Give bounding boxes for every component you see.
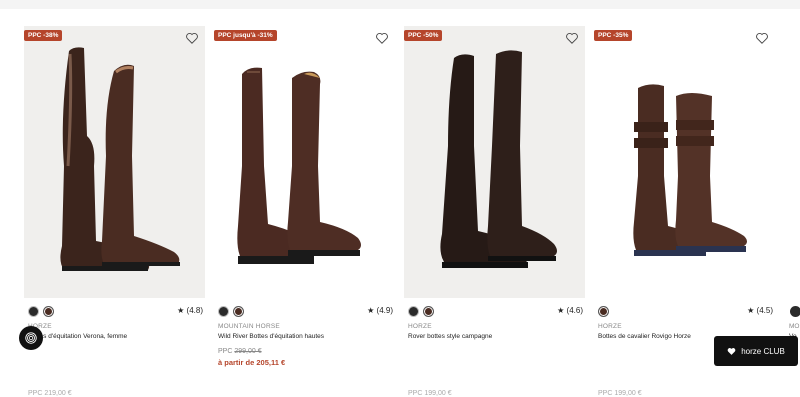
product-price-cutoff: PPC 199,00 € (408, 390, 452, 397)
discount-badge: PPC -50% (404, 30, 443, 41)
color-swatch-black[interactable] (790, 306, 800, 317)
discount-badge: PPC jusqu'à -31% (214, 30, 277, 41)
heart-icon (727, 347, 736, 355)
color-swatches (408, 306, 434, 318)
product-card-wild-river[interactable]: PPC jusqu'à -31% ★ (4.9) MOUNTAIN HORSE … (214, 26, 395, 368)
heart-icon[interactable] (565, 31, 579, 45)
product-grid: PPC -38% ★ (4.8) HORZE Bottes d'équitati… (0, 0, 800, 397)
product-brand: HORZE (598, 323, 622, 330)
color-swatches (598, 306, 609, 318)
product-image[interactable] (214, 26, 395, 298)
product-image[interactable] (404, 26, 585, 298)
riding-boot-image (440, 50, 557, 268)
riding-boot-image (633, 84, 747, 256)
fingerprint-icon (25, 332, 37, 344)
color-swatch-brown[interactable] (43, 306, 54, 317)
product-brand: HORZE (408, 323, 432, 330)
product-image[interactable] (24, 26, 205, 298)
product-price-from: à partir de 205,11 € (218, 358, 286, 367)
product-name[interactable]: Wild River Bottes d'équitation hautes (218, 333, 324, 340)
product-rating: ★ (4.6) (557, 306, 583, 315)
product-price-cutoff: PPC 199,00 € (598, 390, 642, 397)
color-swatch-brown[interactable] (423, 306, 434, 317)
riding-boot-image (237, 67, 361, 264)
color-swatch-black[interactable] (218, 306, 229, 317)
heart-icon[interactable] (185, 31, 199, 45)
price-old: 299,00 € (234, 348, 262, 355)
discount-badge: PPC -38% (24, 30, 63, 41)
horze-club-button[interactable]: horze CLUB (714, 336, 798, 366)
color-swatches (28, 306, 54, 318)
heart-icon[interactable] (755, 31, 769, 45)
product-rating: ★ (4.9) (367, 306, 393, 315)
product-name[interactable]: Bottes de cavalier Rovigo Horze (598, 333, 691, 340)
discount-badge: PPC -35% (594, 30, 633, 41)
product-rating: ★ (4.5) (747, 306, 773, 315)
color-swatch-black[interactable] (408, 306, 419, 317)
product-image[interactable] (594, 26, 775, 298)
product-card-rover[interactable]: PPC -50% ★ (4.6) HORZE Rover bottes styl… (404, 26, 585, 397)
product-card-verona[interactable]: PPC -38% ★ (4.8) HORZE Bottes d'équitati… (24, 26, 205, 397)
color-swatch-brown[interactable] (233, 306, 244, 317)
color-swatch-brown[interactable] (598, 306, 609, 317)
product-rating: ★ (4.8) (177, 306, 203, 315)
color-swatches (218, 306, 244, 318)
product-brand: MO (789, 323, 800, 330)
product-brand: MOUNTAIN HORSE (218, 323, 280, 330)
riding-boot-image (60, 47, 180, 271)
product-name[interactable]: Rover bottes style campagne (408, 333, 492, 340)
product-price-cutoff: PPC 219,00 € (28, 390, 72, 397)
color-swatch-black[interactable] (28, 306, 39, 317)
price-prefix: PPC (218, 348, 235, 355)
heart-icon[interactable] (375, 31, 389, 45)
fingerprint-button[interactable] (19, 326, 43, 350)
product-card-rovigo[interactable]: PPC -35% ★ (4.5) HORZE Bottes de cavalie… (594, 26, 775, 397)
club-label: horze CLUB (741, 346, 785, 356)
product-price-original: PPC 299,00 € (218, 348, 262, 355)
